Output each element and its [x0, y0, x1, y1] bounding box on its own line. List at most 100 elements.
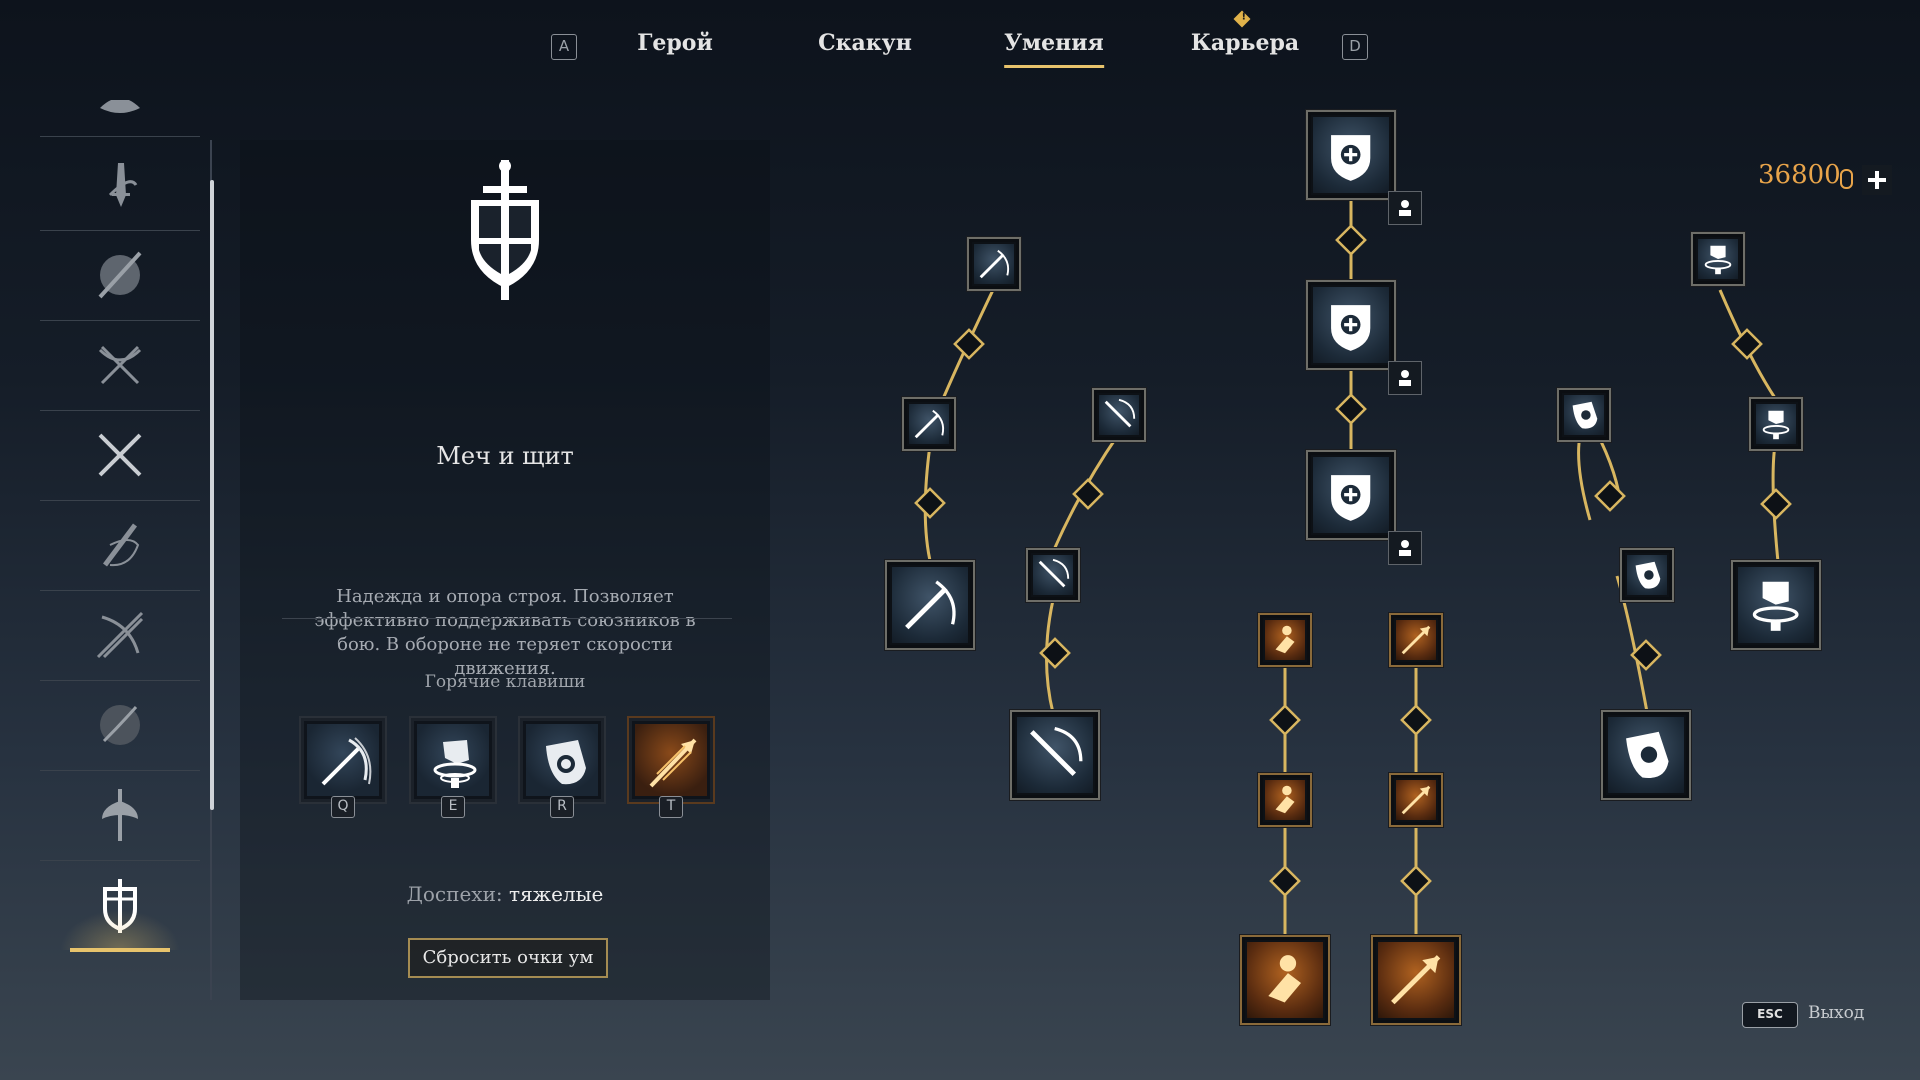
skill-node-slash-major[interactable]	[885, 560, 975, 650]
whirlwind-icon	[1753, 582, 1799, 632]
tab-skills-label: Умения	[1004, 30, 1104, 56]
skill-node-strike-2[interactable]	[1026, 548, 1080, 602]
shield-bash-icon	[1626, 732, 1669, 779]
sidebar-item-musket[interactable]	[40, 500, 200, 591]
skill-node-slash-1[interactable]	[967, 237, 1021, 291]
skill-node-whirl-2[interactable]	[1749, 397, 1803, 451]
shield-heal-icon	[1331, 475, 1371, 522]
whirlwind-icon	[1762, 410, 1790, 440]
charge-icon	[1275, 625, 1295, 654]
sidebar-item-sword-and-shield[interactable]	[40, 860, 200, 952]
skill-badge-1	[1388, 191, 1422, 225]
sword-slash-icon	[914, 409, 945, 439]
class-info-panel: Меч и щит Надежда и опора строя. Позволя…	[240, 140, 770, 1000]
sidebar-item-spear-shield[interactable]	[40, 230, 200, 321]
sword-strike-icon	[1038, 558, 1070, 588]
shield-heal-icon	[1331, 135, 1371, 182]
sidebar-item-crossed-swords[interactable]	[40, 410, 200, 501]
sidebar-item-saber-shield[interactable]	[40, 680, 200, 771]
shield-heal-icon	[1331, 305, 1371, 352]
skill-node-bash-1[interactable]	[1557, 388, 1611, 442]
sidebar-item-crossed-bows[interactable]	[40, 590, 200, 681]
class-description: Надежда и опора строя. Позволяет эффекти…	[314, 586, 696, 679]
active-tab-underline	[1004, 65, 1104, 68]
hotkey-slot-t[interactable]	[627, 716, 715, 804]
hotkey-key-q: Q	[331, 796, 355, 818]
sword-strike-icon	[1030, 727, 1083, 777]
tab-career[interactable]: Карьера	[1191, 30, 1299, 70]
skill-node-shield-3[interactable]	[1306, 450, 1396, 540]
hotkey-slot-r[interactable]	[518, 716, 606, 804]
musket-icon	[103, 523, 140, 567]
active-glow	[60, 910, 180, 950]
hotkey-slot-q[interactable]	[299, 716, 387, 804]
skill-node-whirl-major[interactable]	[1731, 560, 1821, 650]
notification-glyph: !	[1241, 11, 1247, 23]
ally-icon	[1399, 540, 1411, 556]
sword-strike-icon	[1104, 398, 1136, 428]
sidebar-item-leaf[interactable]	[40, 100, 200, 137]
class-sidebar	[40, 100, 200, 1000]
hotkey-key-e: E	[441, 796, 465, 818]
shield-bash-icon	[1572, 401, 1598, 429]
skill-node-shield-1[interactable]	[1306, 110, 1396, 200]
dagger-icon	[108, 163, 138, 207]
armor-info: Доспехи: тяжелые	[240, 882, 770, 906]
exit-label[interactable]: Выход	[1808, 1003, 1864, 1023]
crossed-bows-icon	[96, 611, 144, 659]
shield-bash-icon	[546, 740, 586, 785]
class-emblem-icon	[471, 160, 539, 300]
spear-shield-icon	[98, 251, 142, 299]
coin-icon	[1840, 169, 1853, 189]
skill-node-charge-1[interactable]	[1258, 613, 1312, 667]
tab-mount[interactable]: Скакун	[818, 30, 912, 70]
piercing-arrow-icon	[1401, 625, 1431, 655]
notification-badge: !	[1233, 10, 1251, 28]
charge-icon	[1268, 955, 1302, 1003]
skill-node-charge-major[interactable]	[1240, 935, 1330, 1025]
info-divider	[282, 618, 732, 619]
piercing-arrow-icon	[1391, 955, 1441, 1005]
currency-amount: 36800	[1758, 160, 1841, 190]
tab-hero-label: Герой	[637, 30, 713, 56]
leaf-icon	[100, 100, 140, 113]
reset-skill-points-button[interactable]: Сбросить очки ум	[408, 938, 608, 978]
skill-node-pierce-1[interactable]	[1389, 613, 1443, 667]
skill-node-pierce-major[interactable]	[1371, 935, 1461, 1025]
prev-tab-key[interactable]: A	[551, 34, 577, 60]
ally-icon	[1399, 370, 1411, 386]
charge-icon	[1275, 785, 1295, 814]
piercing-arrow-icon	[1401, 785, 1431, 815]
sidebar-scrollbar-thumb[interactable]	[210, 180, 214, 810]
hotkey-slot-e[interactable]	[409, 716, 497, 804]
hotkeys-label: Горячие клавиши	[424, 672, 586, 692]
tab-career-label: Карьера	[1190, 30, 1300, 56]
shield-bash-icon	[1635, 561, 1661, 589]
add-currency-button[interactable]	[1862, 165, 1892, 195]
class-title: Меч и щит	[436, 442, 574, 470]
skill-node-whirl-1[interactable]	[1691, 232, 1745, 286]
skill-node-charge-2[interactable]	[1258, 773, 1312, 827]
crossbow-icon	[98, 345, 142, 385]
esc-key[interactable]: ESC	[1742, 1002, 1798, 1028]
skill-node-shield-2[interactable]	[1306, 280, 1396, 370]
tab-skills[interactable]: Умения	[1004, 30, 1104, 70]
skill-node-bash-2[interactable]	[1620, 548, 1674, 602]
hotkey-key-t: T	[659, 796, 683, 818]
skill-node-bash-major[interactable]	[1601, 710, 1691, 800]
hotkey-key-r: R	[550, 796, 574, 818]
skill-node-pierce-2[interactable]	[1389, 773, 1443, 827]
skill-node-strike-major[interactable]	[1010, 710, 1100, 800]
sword-slash-icon	[979, 249, 1010, 279]
next-tab-key[interactable]: D	[1342, 34, 1368, 60]
sidebar-item-halberd[interactable]	[40, 770, 200, 861]
skill-node-slash-2[interactable]	[902, 397, 956, 451]
skill-node-strike-1[interactable]	[1092, 388, 1146, 442]
sword-slash-icon	[321, 737, 372, 786]
whirlwind-icon	[433, 740, 477, 788]
sidebar-item-crossbow[interactable]	[40, 320, 200, 411]
tab-mount-label: Скакун	[818, 30, 912, 56]
tab-hero[interactable]: Герой	[637, 30, 713, 70]
crossed-swords-icon	[98, 433, 142, 477]
sidebar-item-dagger[interactable]	[40, 140, 200, 231]
